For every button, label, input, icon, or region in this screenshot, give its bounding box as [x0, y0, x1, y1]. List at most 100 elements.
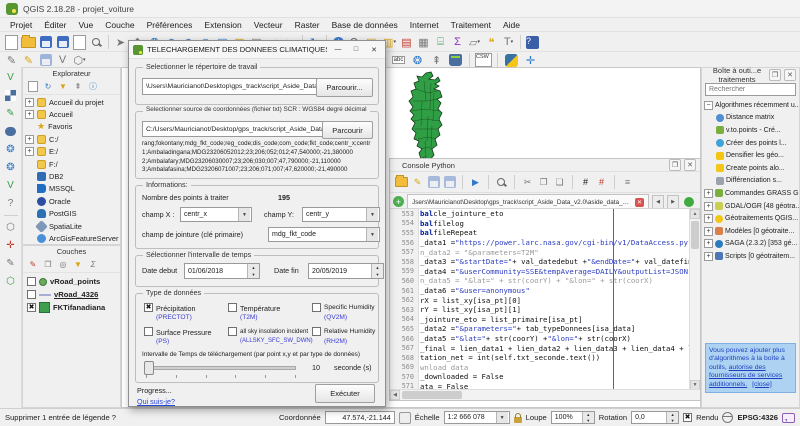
script-tab[interactable]: Jsers\Mauricianot\Desktop\gps_track\scri… [407, 194, 649, 209]
lock-scale-icon[interactable] [514, 417, 522, 423]
spinner-arrows[interactable]: ▲▼ [247, 264, 259, 278]
toolbox-group-gdal[interactable]: +GDAL/OGR [48 géotra... [704, 200, 797, 213]
browser-item-f-drive[interactable]: F:/ [25, 158, 118, 170]
browser-item-arcgis-feature-server[interactable]: ArcGisFeatureServer [25, 232, 118, 244]
node-tool-button[interactable]: ⬡▾ [71, 52, 88, 69]
relative-humidity-checkbox[interactable] [312, 327, 321, 336]
scale-select[interactable]: 1:2 666 078▼ [444, 411, 510, 424]
workdir-browse-button[interactable]: Parcourir... [316, 78, 373, 97]
expander[interactable]: + [25, 98, 34, 107]
db-manager-button[interactable] [447, 52, 464, 69]
add-feature-button[interactable]: V [54, 52, 71, 69]
scroll-tabs-left-button[interactable]: ◀ [652, 195, 664, 209]
topology-checker-button[interactable]: ✛ [522, 52, 539, 69]
open-in-editor-button[interactable]: ✎ [411, 176, 424, 189]
field-calculator-button[interactable]: ⌸ [432, 34, 449, 51]
close-panel-button[interactable]: ✕ [784, 69, 796, 81]
browser-item-c-drive[interactable]: +C:/ [25, 133, 118, 145]
browser-item-spatialite[interactable]: SpatiaLite [25, 220, 118, 232]
toolbox-group-saga[interactable]: +SAGA (2.3.2) [353 gé... [704, 238, 797, 251]
new-composer-button[interactable] [71, 34, 88, 51]
menu-vecteur[interactable]: Vecteur [248, 20, 289, 30]
menu-couche[interactable]: Couche [99, 20, 140, 30]
menu-raster[interactable]: Raster [289, 20, 326, 30]
expression-filter-button[interactable]: Σ [87, 258, 99, 270]
crs-status[interactable]: EPSG:4326 [737, 413, 778, 422]
interval-slider[interactable]: 10 seconde (s) [144, 361, 384, 381]
expander[interactable]: + [704, 202, 713, 211]
save-project-button[interactable] [37, 34, 54, 51]
layer-item-fktifanadiana[interactable]: ✖ FKTifanadiana [23, 301, 120, 314]
current-edits-button[interactable]: ✎ [3, 52, 20, 69]
toolbox-group-modeles[interactable]: +Modèles [0 géotraite... [704, 225, 797, 238]
surface-pressure-checkbox[interactable] [144, 327, 153, 336]
polygon-nodes-button[interactable]: ⬡ [3, 274, 18, 289]
execute-button[interactable]: Exécuter [315, 384, 375, 403]
join-field-select[interactable]: mdg_fkt_code▼ [268, 227, 380, 242]
new-shapefile-button[interactable]: ⬡ [3, 220, 18, 235]
web-button[interactable]: ❂ [409, 52, 426, 69]
toolbox-alg-densifier[interactable]: Densifier les géo... [704, 149, 797, 162]
add-virtual-layer-button[interactable]: ? [3, 196, 18, 211]
browser-item-accueil-du-projet[interactable]: +Accueil du projet [25, 96, 118, 108]
toolbox-group-scripts[interactable]: +Scripts [0 géotraitem... [704, 250, 797, 263]
labeling-button[interactable]: abc [390, 52, 407, 69]
dialog-maximize-button[interactable]: □ [349, 44, 363, 56]
toolbox-search-input[interactable] [705, 83, 796, 96]
expander[interactable]: + [25, 147, 34, 156]
about-link[interactable]: Qui suis-je? [137, 397, 175, 406]
expander[interactable]: + [704, 214, 713, 223]
clear-console-button[interactable] [395, 176, 408, 189]
expander[interactable]: + [704, 227, 713, 236]
close-panel-button[interactable]: ✕ [684, 159, 696, 171]
browser-item-e-drive[interactable]: +E:/ [25, 146, 118, 158]
scroll-up-arrow[interactable]: ▲ [690, 209, 700, 219]
float-panel-button[interactable]: ❐ [769, 69, 781, 81]
uncomment-button[interactable]: # [595, 176, 608, 189]
source-input[interactable] [142, 121, 326, 137]
spinner-arrows[interactable]: ▲▼ [666, 412, 678, 423]
expander[interactable]: − [704, 101, 713, 110]
new-tab-button[interactable]: + [393, 196, 404, 207]
add-vector-layer-button[interactable]: V [3, 70, 18, 85]
temperature-checkbox[interactable] [228, 303, 237, 312]
toolbox-alg-vtopoints[interactable]: v.to.points - Cré... [704, 124, 797, 137]
deselect-button[interactable]: ▤ [398, 34, 415, 51]
crosshair-tool-button[interactable]: ✛ [3, 238, 18, 253]
menu-aide[interactable]: Aide [497, 20, 526, 30]
expander[interactable]: + [704, 239, 713, 248]
expander[interactable]: + [25, 135, 34, 144]
browser-item-postgis[interactable]: PostGIS [25, 208, 118, 220]
dialog-close-button[interactable]: ✕ [367, 44, 381, 56]
comment-button[interactable]: # [579, 176, 592, 189]
add-delimited-text-button[interactable]: ✎ [3, 106, 18, 121]
menu-internet[interactable]: Internet [404, 20, 445, 30]
map-tips-button[interactable]: ❝ [483, 34, 500, 51]
save-script-button[interactable] [427, 176, 440, 189]
layer-styling-button[interactable]: ✎ [27, 258, 39, 270]
open-project-button[interactable] [20, 34, 37, 51]
scroll-tabs-right-button[interactable]: ▶ [667, 195, 679, 209]
add-raster-layer-button[interactable] [3, 88, 18, 103]
browser-item-oracle[interactable]: Oracle [25, 195, 118, 207]
add-selected-layer-button[interactable] [27, 80, 39, 92]
specific-humidity-checkbox[interactable] [312, 303, 321, 312]
vertical-scrollbar[interactable]: ▲ ▼ [689, 209, 700, 390]
menu-base-de-donnees[interactable]: Base de données [326, 20, 404, 30]
toolbox-alg-creer-points[interactable]: Créer des points l... [704, 137, 797, 150]
expander[interactable]: + [25, 110, 34, 119]
filter-legend-button[interactable]: ◎ [57, 258, 69, 270]
source-browse-button[interactable]: Parcourir [322, 121, 373, 139]
toolbox-alg-distance-matrix[interactable]: Distance matrix [704, 112, 797, 125]
toggle-editing-button[interactable]: ✎ [20, 52, 37, 69]
paste-button[interactable]: ❏ [553, 176, 566, 189]
precipitation-checkbox[interactable]: ✖ [144, 303, 153, 312]
toolbox-group-qgis[interactable]: +Géotraitements QGIS... [704, 212, 797, 225]
add-wfs-layer-button[interactable]: V [3, 178, 18, 193]
browser-item-accueil[interactable]: +Accueil [25, 108, 118, 120]
upload-button[interactable]: ⇞ [428, 52, 445, 69]
run-script-button[interactable]: ▶ [469, 176, 482, 189]
toolbox-group-recent[interactable]: −Algorithmes récemment u... [704, 99, 797, 112]
python-console-button[interactable] [503, 52, 520, 69]
copy-button[interactable]: ❐ [537, 176, 550, 189]
